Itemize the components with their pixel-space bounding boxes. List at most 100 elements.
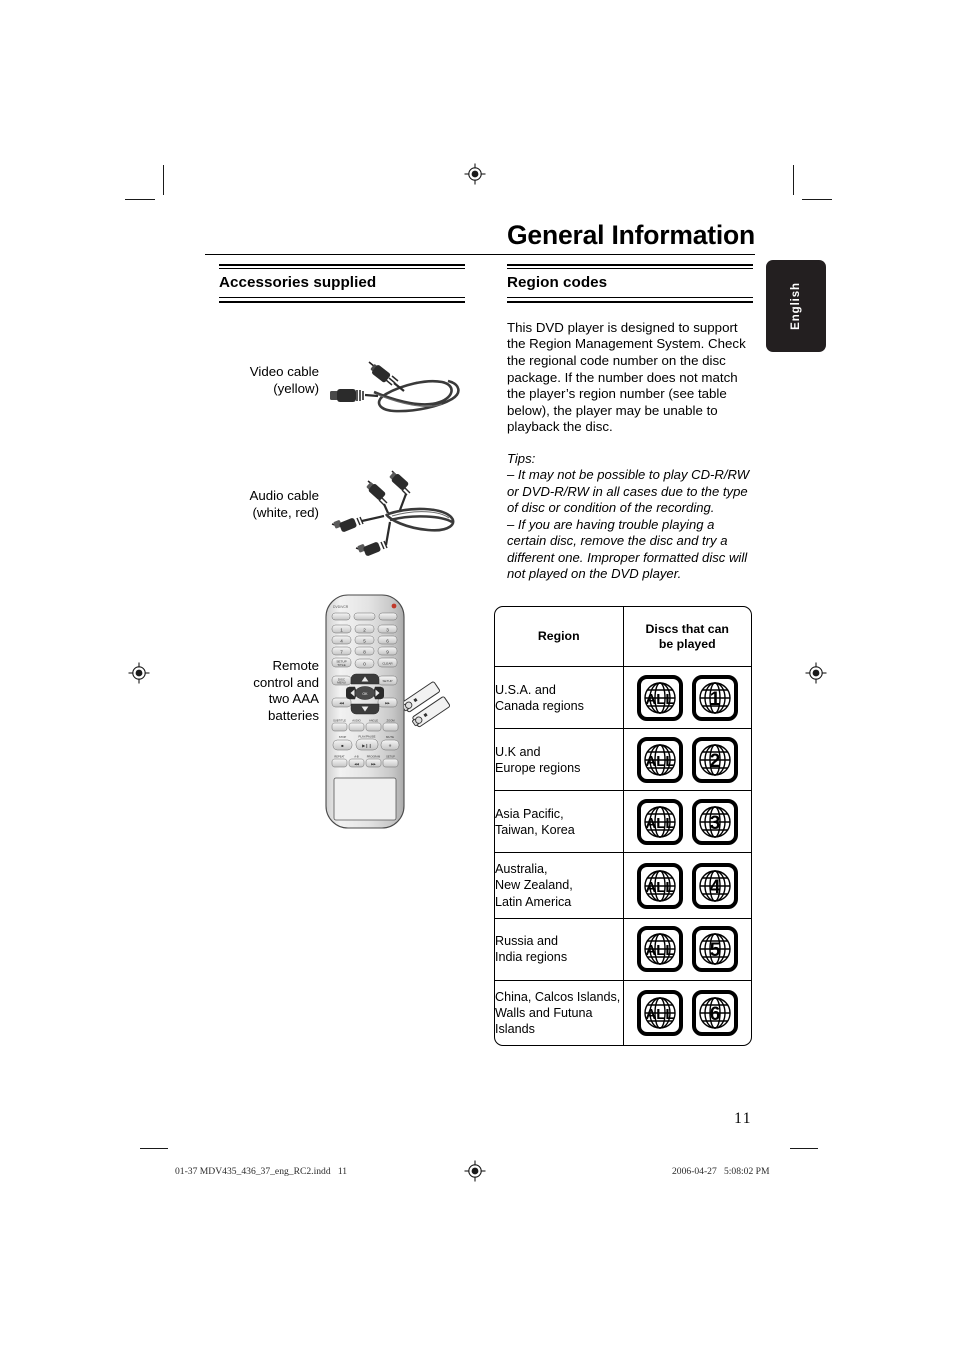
heading-rule-bottom bbox=[219, 297, 465, 303]
region-name: U.S.A. and Canada regions bbox=[495, 666, 624, 730]
svg-text:8: 8 bbox=[363, 650, 366, 655]
svg-text:SETUP: SETUP bbox=[382, 679, 392, 683]
globe-all-icon: ALL bbox=[636, 674, 683, 721]
table-header-region: Region bbox=[495, 607, 624, 668]
aaa-batteries-illustration bbox=[401, 676, 460, 737]
registration-mark-top bbox=[464, 163, 486, 185]
remote-control-illustration: DVD/VCR 1 2 3 4 5 6 7 8 9 SETUP TITLE 0 CLEA… bbox=[320, 592, 416, 837]
region-name: Russia and India regions bbox=[495, 917, 624, 981]
svg-text:SETUP: SETUP bbox=[386, 755, 395, 759]
globe-label: ALL bbox=[645, 815, 674, 832]
svg-text:3: 3 bbox=[386, 628, 389, 633]
globe-label: 3 bbox=[709, 813, 720, 834]
audio-cable-illustration bbox=[328, 466, 468, 571]
globe-label: ALL bbox=[645, 1006, 674, 1023]
crop-mark-top-left-v bbox=[163, 165, 165, 195]
region-name: Australia, New Zealand, Latin America bbox=[495, 852, 624, 919]
tips-block: Tips: – It may not be possible to play C… bbox=[507, 451, 753, 583]
svg-text:7: 7 bbox=[340, 650, 343, 655]
svg-text:AUDIO: AUDIO bbox=[352, 719, 361, 723]
globe-region-icon: 6 bbox=[691, 989, 738, 1036]
globe-label: 6 bbox=[709, 1004, 720, 1025]
globe-all-icon: ALL bbox=[636, 798, 683, 845]
globe-region-icon: 3 bbox=[691, 798, 738, 845]
globe-region-icon: 4 bbox=[691, 862, 738, 909]
globe-label: 1 bbox=[709, 689, 720, 710]
crop-mark-top-left-h bbox=[125, 199, 155, 201]
heading-rule-bottom bbox=[507, 297, 753, 303]
svg-text:OK: OK bbox=[362, 692, 368, 696]
accessories-heading: Accessories supplied bbox=[219, 274, 377, 292]
svg-text:MUTE: MUTE bbox=[386, 735, 394, 739]
globe-label: ALL bbox=[645, 753, 674, 770]
svg-text:PLAY/PAUSE: PLAY/PAUSE bbox=[359, 734, 376, 738]
header-rule bbox=[205, 253, 755, 255]
svg-text:◀◀: ◀◀ bbox=[354, 762, 359, 766]
globe-label: 5 bbox=[709, 940, 720, 961]
svg-text:▶❙❙: ▶❙❙ bbox=[362, 743, 372, 748]
globe-label: ALL bbox=[645, 879, 674, 896]
footer-timestamp: 2006-04-27 5:08:02 PM bbox=[672, 1166, 770, 1177]
table-row: Australia, New Zealand, Latin America AL… bbox=[495, 852, 751, 919]
svg-text:9: 9 bbox=[386, 650, 389, 655]
svg-text:◀◀: ◀◀ bbox=[339, 701, 344, 705]
svg-text:ZOOM: ZOOM bbox=[386, 719, 395, 723]
svg-text:MENU: MENU bbox=[337, 681, 346, 685]
svg-text:0: 0 bbox=[363, 661, 366, 666]
disc-icons-cell: ALL 6 bbox=[622, 979, 751, 1045]
table-row: Asia Pacific, Taiwan, Korea ALL 3 bbox=[495, 790, 751, 854]
disc-icons-cell: ALL 1 bbox=[622, 666, 751, 730]
disc-icons-cell: ALL 5 bbox=[622, 917, 751, 981]
svg-text:1: 1 bbox=[340, 628, 343, 633]
remote-control-label: Remote control and two AAA batteries bbox=[253, 658, 319, 723]
region-codes-heading-block: Region codes bbox=[507, 264, 753, 303]
manual-page: General Information English Accessories … bbox=[0, 0, 954, 1350]
svg-text:SUBTITLE: SUBTITLE bbox=[333, 719, 346, 723]
region-codes-table: Region Discs that can be played U.S.A. a… bbox=[494, 606, 752, 1046]
svg-text:DVD/VCR: DVD/VCR bbox=[333, 605, 349, 609]
svg-text:4: 4 bbox=[340, 639, 343, 644]
accessories-column: Accessories supplied bbox=[219, 264, 465, 303]
footer-rule-left bbox=[140, 1148, 168, 1150]
globe-region-icon: 1 bbox=[691, 674, 738, 721]
page-number: 11 bbox=[734, 1110, 752, 1127]
tip-2: – If you are having trouble playing a ce… bbox=[507, 516, 748, 582]
region-codes-heading: Region codes bbox=[507, 274, 608, 292]
globe-all-icon: ALL bbox=[636, 862, 683, 909]
region-intro-paragraph: This DVD player is designed to support t… bbox=[507, 319, 746, 435]
svg-text:▶▶: ▶▶ bbox=[371, 762, 376, 766]
globe-label: ALL bbox=[645, 691, 674, 708]
svg-text:STOP: STOP bbox=[339, 735, 347, 739]
tips-label: Tips: bbox=[507, 450, 536, 466]
table-row: Russia and India regions ALL 5 bbox=[495, 917, 751, 981]
video-cable-label: Video cable (yellow) bbox=[249, 364, 319, 396]
page-title: General Information bbox=[507, 220, 755, 250]
footer-rule-right bbox=[790, 1148, 818, 1150]
svg-text:PROGRAM: PROGRAM bbox=[367, 755, 380, 759]
disc-icons-cell: ALL 3 bbox=[622, 790, 751, 854]
table-row: China, Calcos Islands, Walls and Futuna … bbox=[495, 979, 751, 1045]
globe-region-icon: 5 bbox=[691, 926, 738, 973]
table-row: U.S.A. and Canada regions ALL 1 bbox=[495, 666, 751, 730]
svg-text:TITLE: TITLE bbox=[337, 663, 345, 667]
language-tab-label: English bbox=[790, 282, 802, 330]
globe-region-icon: 2 bbox=[691, 736, 738, 783]
svg-text:5: 5 bbox=[363, 639, 366, 644]
svg-text:2: 2 bbox=[363, 628, 366, 633]
accessories-heading-block: Accessories supplied bbox=[219, 264, 465, 303]
region-name: China, Calcos Islands, Walls and Futuna … bbox=[495, 979, 624, 1045]
svg-text:6: 6 bbox=[386, 639, 389, 644]
region-name: U.K and Europe regions bbox=[495, 728, 624, 792]
language-tab: English bbox=[766, 260, 826, 352]
table-row: U.K and Europe regions ALL 2 bbox=[495, 728, 751, 792]
registration-mark-right bbox=[805, 662, 827, 684]
svg-text:REPEAT: REPEAT bbox=[334, 755, 345, 759]
registration-mark-left bbox=[128, 662, 150, 684]
disc-icons-cell: ALL 2 bbox=[622, 728, 751, 792]
globe-all-icon: ALL bbox=[636, 926, 683, 973]
region-name: Asia Pacific, Taiwan, Korea bbox=[495, 790, 624, 854]
page-header: General Information bbox=[205, 222, 755, 255]
svg-text:CLEAR: CLEAR bbox=[382, 662, 393, 666]
table-header-row: Region Discs that can be played bbox=[495, 607, 751, 668]
globe-label: 4 bbox=[709, 877, 720, 898]
